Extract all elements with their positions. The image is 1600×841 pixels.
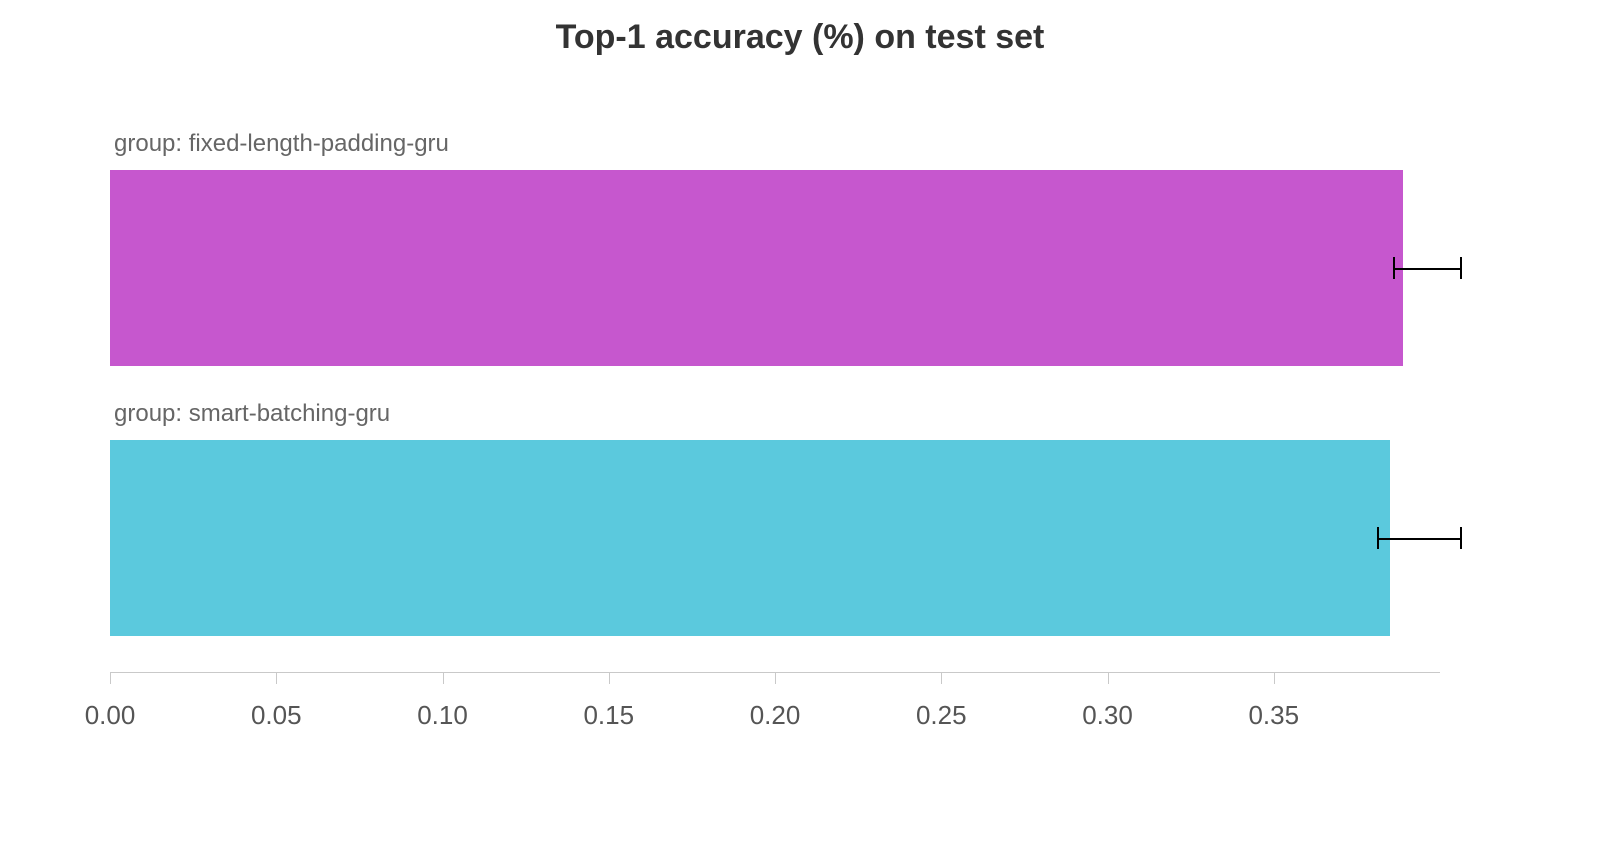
x-tick-label: 0.05 bbox=[251, 700, 302, 731]
bar bbox=[110, 440, 1390, 636]
x-tick-label: 0.10 bbox=[417, 700, 468, 731]
x-tick-label: 0.25 bbox=[916, 700, 967, 731]
x-tick-line bbox=[775, 672, 776, 684]
x-tick: 0.15 bbox=[609, 672, 610, 684]
x-tick: 0.00 bbox=[110, 672, 111, 684]
bar bbox=[110, 170, 1403, 366]
x-axis: 0.00 0.05 0.10 0.15 0.20 0.25 0.30 0.35 bbox=[110, 672, 1440, 762]
error-bar bbox=[1393, 268, 1460, 270]
x-tick: 0.20 bbox=[775, 672, 776, 684]
x-tick-line bbox=[443, 672, 444, 684]
x-tick-label: 0.30 bbox=[1082, 700, 1133, 731]
x-tick: 0.05 bbox=[276, 672, 277, 684]
chart-container: Top-1 accuracy (%) on test set group: fi… bbox=[0, 0, 1600, 841]
x-tick-line bbox=[1274, 672, 1275, 684]
x-tick-label: 0.35 bbox=[1248, 700, 1299, 731]
x-tick: 0.30 bbox=[1108, 672, 1109, 684]
x-tick-line bbox=[110, 672, 111, 684]
error-bar bbox=[1377, 538, 1460, 540]
x-tick: 0.25 bbox=[941, 672, 942, 684]
error-cap-low bbox=[1393, 257, 1395, 279]
x-tick: 0.35 bbox=[1274, 672, 1275, 684]
x-tick-line bbox=[276, 672, 277, 684]
x-tick-line bbox=[609, 672, 610, 684]
x-tick-label: 0.00 bbox=[85, 700, 136, 731]
error-cap-high bbox=[1460, 527, 1462, 549]
bar-label: group: fixed-length-padding-gru bbox=[114, 130, 449, 158]
bar-label: group: smart-batching-gru bbox=[114, 400, 390, 428]
x-tick-line bbox=[1108, 672, 1109, 684]
x-tick-label: 0.15 bbox=[583, 700, 634, 731]
x-tick-line bbox=[941, 672, 942, 684]
error-cap-low bbox=[1377, 527, 1379, 549]
x-tick: 0.10 bbox=[443, 672, 444, 684]
plot-area: group: fixed-length-padding-gru group: sm… bbox=[110, 130, 1440, 670]
chart-title: Top-1 accuracy (%) on test set bbox=[0, 18, 1600, 57]
error-cap-high bbox=[1460, 257, 1462, 279]
x-tick-label: 0.20 bbox=[750, 700, 801, 731]
